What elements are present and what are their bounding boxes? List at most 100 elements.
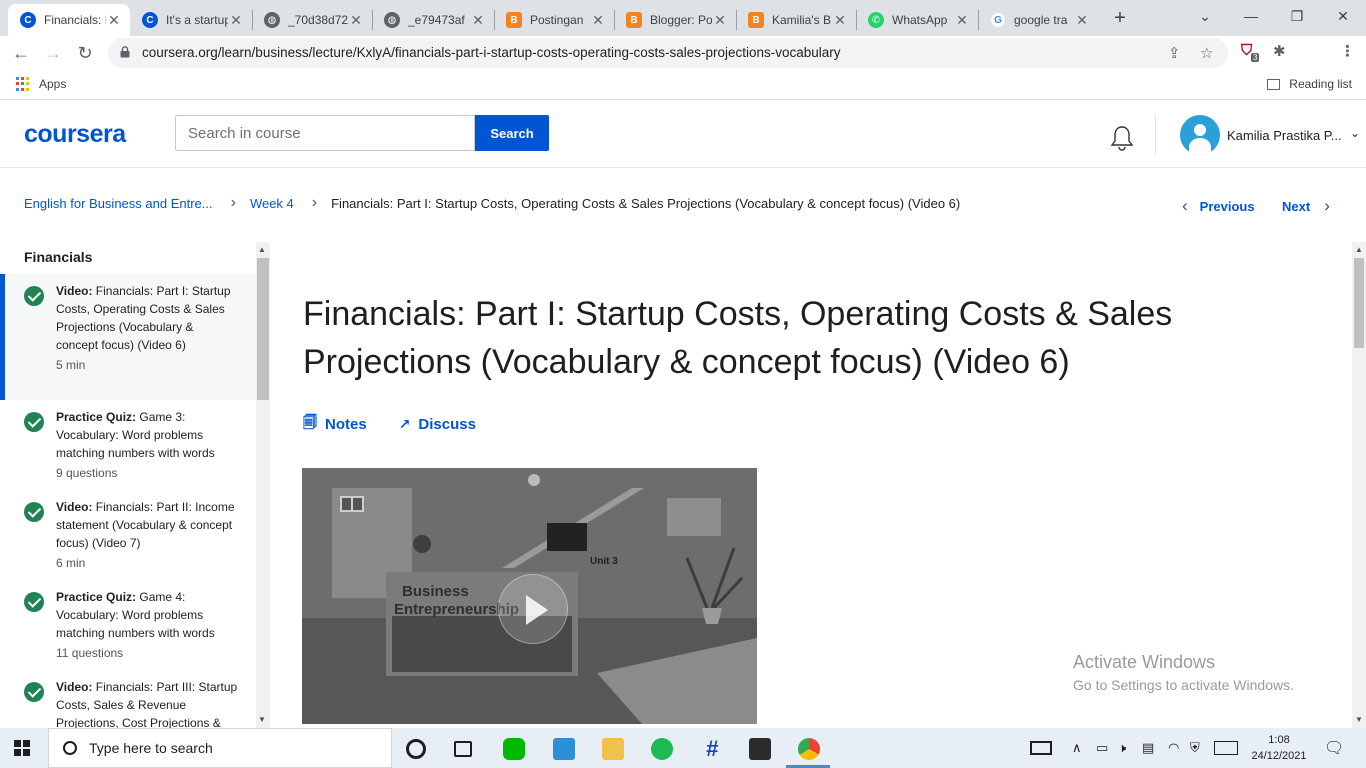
keyboard-layout-icon[interactable] xyxy=(1030,741,1052,755)
previous-button[interactable]: ‹ Previous xyxy=(1182,196,1255,216)
close-icon[interactable]: ✕ xyxy=(1074,12,1090,29)
close-icon[interactable]: ✕ xyxy=(590,12,606,29)
scrollbar-thumb[interactable] xyxy=(257,258,269,400)
reading-list-button[interactable]: Reading list xyxy=(1267,77,1352,91)
breadcrumb-course-link[interactable]: English for Business and Entre... xyxy=(24,196,213,211)
blogger-icon: B xyxy=(506,12,522,28)
extension-badge: 3 xyxy=(1251,53,1260,62)
user-name[interactable]: Kamilia Prastika P... xyxy=(1227,128,1342,143)
close-icon[interactable]: ✕ xyxy=(832,12,848,29)
coursera-logo[interactable]: coursera xyxy=(24,120,126,149)
task-view-icon[interactable] xyxy=(454,741,472,757)
header-divider xyxy=(1155,115,1156,155)
blogger-icon: B xyxy=(748,12,764,28)
reading-list-label: Reading list xyxy=(1289,77,1352,91)
notes-button[interactable]: 🗐 Notes xyxy=(303,412,367,436)
chevron-up-icon[interactable]: ∧ xyxy=(1072,740,1082,756)
tab-kamilias-blog[interactable]: B Kamilia's B ✕ xyxy=(736,4,856,36)
search-button[interactable]: Search xyxy=(475,115,549,151)
item-type: Video: xyxy=(56,680,93,694)
next-button[interactable]: Next › xyxy=(1282,196,1330,216)
menu-kebab-icon[interactable]: ⋮ xyxy=(1340,42,1355,60)
avatar[interactable] xyxy=(1180,115,1220,155)
video-sign-text: Business xyxy=(402,583,469,600)
close-icon[interactable]: ✕ xyxy=(954,12,970,29)
close-icon[interactable]: ✕ xyxy=(470,12,486,29)
scroll-up-icon[interactable]: ▲ xyxy=(258,245,266,254)
bookmark-star-icon[interactable]: ☆ xyxy=(1200,44,1213,62)
chevron-right-icon: › xyxy=(311,194,318,211)
scrollbar-thumb[interactable] xyxy=(1354,258,1364,348)
sidebar-item-quiz-4[interactable]: Practice Quiz: Game 4: Vocabulary: Word … xyxy=(0,580,256,670)
breadcrumb-week-link[interactable]: Week 4 xyxy=(250,196,294,211)
lock-icon[interactable] xyxy=(120,46,130,58)
window-close-button[interactable]: ✕ xyxy=(1320,2,1366,30)
tab-financials[interactable]: C Financials: Part I ✕ xyxy=(8,4,130,36)
cortana-icon[interactable] xyxy=(406,739,426,759)
sidebar-item-quiz-3[interactable]: Practice Quiz: Game 3: Vocabulary: Word … xyxy=(0,400,256,490)
reading-list-icon xyxy=(1267,78,1281,90)
course-search-input[interactable] xyxy=(175,115,475,151)
notification-bell-icon[interactable] xyxy=(1110,125,1134,151)
wifi-icon[interactable]: ◠ xyxy=(1168,740,1179,756)
reload-icon[interactable]: ↻ xyxy=(72,40,98,66)
address-bar[interactable]: coursera.org/learn/business/lecture/Kxly… xyxy=(108,38,1228,68)
forward-arrow-icon[interactable]: → xyxy=(40,40,66,66)
touch-keyboard-icon[interactable] xyxy=(1214,741,1238,755)
close-icon[interactable]: ✕ xyxy=(228,12,244,29)
network-icon[interactable]: ▤ xyxy=(1142,740,1154,756)
scroll-up-icon[interactable]: ▲ xyxy=(1355,245,1363,254)
taskbar-search-box[interactable]: Type here to search xyxy=(48,728,392,768)
close-icon[interactable]: ✕ xyxy=(712,12,728,29)
close-icon[interactable]: ✕ xyxy=(348,12,364,29)
back-arrow-icon[interactable]: ← xyxy=(8,40,34,66)
sidebar-scrollbar[interactable]: ▲ ▼ xyxy=(256,242,270,728)
tab-whatsapp[interactable]: ✆ WhatsApp ✕ xyxy=(856,4,978,36)
google-icon: G xyxy=(990,12,1006,28)
line-app-icon[interactable] xyxy=(503,738,525,760)
system-clock[interactable]: 1:08 24/12/2021 xyxy=(1250,732,1308,764)
video-unit-text: Unit 3 xyxy=(590,556,618,567)
control-panel-icon[interactable] xyxy=(553,738,575,760)
extensions-puzzle-icon[interactable]: ✱ xyxy=(1273,42,1286,60)
url-text[interactable]: coursera.org/learn/business/lecture/Kxly… xyxy=(142,45,841,60)
tab-google-translate[interactable]: G google tra ✕ xyxy=(978,4,1098,36)
security-shield-icon[interactable]: ⛨ xyxy=(1190,740,1200,756)
tab-postingan[interactable]: B Postingan ✕ xyxy=(494,4,614,36)
windows-start-icon[interactable] xyxy=(14,740,30,756)
hashtag-app-icon[interactable]: # xyxy=(701,738,723,760)
apps-shortcut[interactable]: Apps xyxy=(16,77,66,91)
scroll-down-icon[interactable]: ▼ xyxy=(258,715,266,724)
tab-70d38d72[interactable]: ◍ _70d38d72 ✕ xyxy=(252,4,372,36)
video-player[interactable]: Business Entrepreneurship Unit 3 xyxy=(302,468,757,724)
file-explorer-icon[interactable] xyxy=(602,738,624,760)
battery-icon[interactable]: ▭ xyxy=(1096,740,1108,756)
sidebar-item-video-6[interactable]: Video: Financials: Part I: Startup Costs… xyxy=(0,274,256,400)
apps-label: Apps xyxy=(39,77,67,91)
tab-startup[interactable]: C It's a startup ✕ xyxy=(130,4,252,36)
item-duration: 6 min xyxy=(56,556,86,570)
play-icon[interactable] xyxy=(498,574,568,644)
tab-e79473af[interactable]: ◍ _e79473af ✕ xyxy=(372,4,494,36)
tab-search-icon[interactable]: ⌄ xyxy=(1182,2,1228,30)
page-scrollbar[interactable]: ▲ ▼ xyxy=(1352,242,1366,728)
sidebar-item-video-8[interactable]: Video: Financials: Part III: Startup Cos… xyxy=(0,670,256,728)
sticky-app-icon[interactable] xyxy=(749,738,771,760)
share-icon[interactable]: ⇪ xyxy=(1168,44,1181,62)
restore-button[interactable]: ❐ xyxy=(1274,2,1320,30)
lecture-actions: 🗐 Notes ↗ Discuss xyxy=(303,412,508,436)
volume-icon[interactable]: 🕨 xyxy=(1118,740,1126,756)
sidebar-title: Financials xyxy=(24,249,93,265)
new-tab-button[interactable]: + xyxy=(1108,6,1132,30)
chevron-down-icon[interactable]: ⌄ xyxy=(1350,126,1360,140)
sidebar-item-video-7[interactable]: Video: Financials: Part II: Income state… xyxy=(0,490,256,580)
scroll-down-icon[interactable]: ▼ xyxy=(1355,715,1363,724)
notifications-icon[interactable]: 🗨 xyxy=(1324,738,1344,758)
chrome-icon[interactable] xyxy=(798,738,820,760)
completed-check-icon xyxy=(24,502,44,522)
close-icon[interactable]: ✕ xyxy=(106,12,122,29)
spotify-icon[interactable] xyxy=(651,738,673,760)
minimize-button[interactable]: — xyxy=(1228,2,1274,30)
discuss-button[interactable]: ↗ Discuss xyxy=(399,412,476,436)
tab-blogger[interactable]: B Blogger: Po ✕ xyxy=(614,4,736,36)
